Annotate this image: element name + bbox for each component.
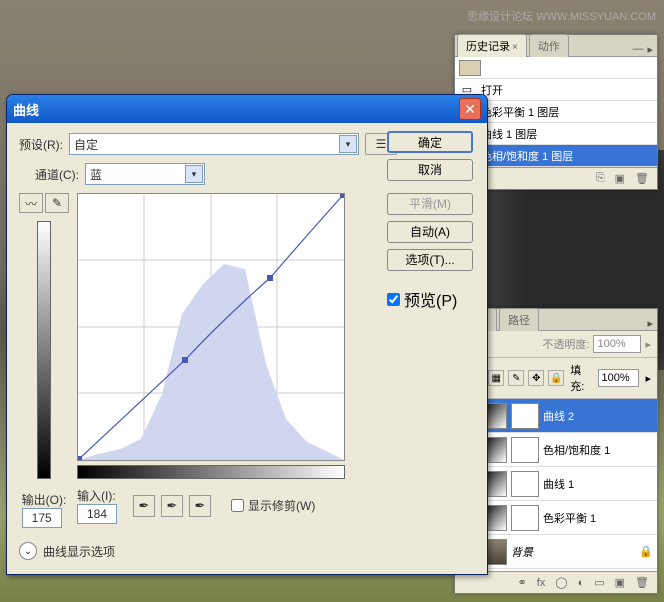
- show-clipping-checkbox[interactable]: 显示修剪(W): [231, 497, 315, 514]
- preset-value: 自定: [74, 136, 98, 153]
- curve-pencil-tool[interactable]: ✎: [45, 193, 69, 213]
- trash-icon[interactable]: 🗑: [635, 172, 649, 185]
- lock-all-icon[interactable]: 🔒: [548, 370, 564, 386]
- input-label: 输入(I):: [77, 487, 117, 504]
- watermark: 思缘设计论坛 WWW.MISSYUAN.COM: [467, 8, 656, 24]
- trash-icon[interactable]: 🗑: [635, 576, 649, 589]
- channel-label: 通道(C):: [35, 166, 79, 183]
- adjustment-icon[interactable]: ◐: [578, 577, 585, 589]
- show-clipping-label: 显示修剪(W): [248, 497, 315, 514]
- new-doc-icon[interactable]: ▣: [615, 172, 625, 185]
- tab-close-icon[interactable]: ×: [512, 42, 518, 53]
- document-thumb: [459, 60, 481, 76]
- preview-check[interactable]: [387, 293, 400, 306]
- layer-name[interactable]: 背景: [511, 544, 635, 560]
- chevron-down-icon[interactable]: ▸: [645, 338, 651, 351]
- expand-icon[interactable]: ⌄: [19, 542, 37, 560]
- fill-label: 填充:: [570, 362, 591, 394]
- preview-checkbox[interactable]: 预览(P): [387, 287, 473, 311]
- expander-label: 曲线显示选项: [43, 543, 115, 560]
- new-snapshot-icon[interactable]: ⎘: [596, 172, 605, 185]
- minimize-icon[interactable]: —: [632, 43, 643, 56]
- menu-icon[interactable]: ▸: [647, 43, 653, 56]
- mask-thumb[interactable]: [511, 403, 539, 429]
- input-input[interactable]: 184: [77, 504, 117, 524]
- mask-thumb[interactable]: [511, 437, 539, 463]
- lock-paint-icon[interactable]: ✎: [508, 370, 524, 386]
- history-thumb-row[interactable]: [455, 57, 657, 79]
- output-input[interactable]: 175: [22, 508, 62, 528]
- curve-point[interactable]: [78, 456, 82, 460]
- histogram: [78, 264, 344, 460]
- channel-combo[interactable]: 蓝 ▾: [85, 163, 205, 185]
- eyedropper-gray-icon[interactable]: ✒: [161, 495, 183, 517]
- output-gradient: [37, 221, 51, 479]
- opacity-input[interactable]: 100%: [593, 335, 641, 353]
- mask-thumb[interactable]: [511, 505, 539, 531]
- chevron-down-icon[interactable]: ▸: [645, 372, 651, 385]
- dialog-title: 曲线: [13, 100, 459, 119]
- preset-label: 预设(R):: [19, 136, 63, 153]
- chevron-down-icon[interactable]: ▾: [339, 135, 357, 153]
- curve-point-tool[interactable]: 〰: [19, 193, 43, 213]
- fill-input[interactable]: 100%: [598, 369, 640, 387]
- close-icon[interactable]: ✕: [459, 98, 481, 120]
- lock-move-icon[interactable]: ✥: [528, 370, 544, 386]
- new-layer-icon[interactable]: ▣: [615, 576, 625, 589]
- output-label: 输出(O):: [22, 491, 67, 508]
- link-icon[interactable]: ⚭: [517, 576, 526, 589]
- lock-trans-icon[interactable]: ▦: [488, 370, 504, 386]
- eyedropper-white-icon[interactable]: ✒: [189, 495, 211, 517]
- curves-dialog: 曲线 ✕ 预设(R): 自定 ▾ ☰ 通道(C): 蓝 ▾ 〰 ✎: [6, 94, 488, 575]
- opacity-label: 不透明度:: [542, 336, 589, 352]
- lock-icon: 🔒: [639, 545, 653, 558]
- tab-actions[interactable]: 动作: [529, 34, 569, 57]
- input-gradient: [77, 465, 345, 479]
- dialog-titlebar[interactable]: 曲线 ✕: [7, 95, 487, 123]
- layer-name[interactable]: 曲线 1: [543, 476, 653, 492]
- cancel-button[interactable]: 取消: [387, 159, 473, 181]
- menu-icon[interactable]: ▸: [647, 317, 653, 330]
- smooth-button[interactable]: 平滑(M): [387, 193, 473, 215]
- tab-history[interactable]: 历史记录×: [457, 34, 527, 57]
- curve-point[interactable]: [340, 194, 344, 198]
- channel-value: 蓝: [90, 166, 102, 183]
- group-icon[interactable]: ▭: [594, 576, 604, 589]
- fx-icon[interactable]: fx: [537, 577, 546, 589]
- eyedropper-black-icon[interactable]: ✒: [133, 495, 155, 517]
- ok-button[interactable]: 确定: [387, 131, 473, 153]
- mask-icon[interactable]: ◯: [555, 576, 567, 589]
- preset-combo[interactable]: 自定 ▾: [69, 133, 359, 155]
- show-clipping-check[interactable]: [231, 499, 244, 512]
- preview-label: 预览(P): [404, 287, 457, 311]
- curve-point[interactable]: [182, 357, 188, 363]
- auto-button[interactable]: 自动(A): [387, 221, 473, 243]
- mask-thumb[interactable]: [511, 471, 539, 497]
- chevron-down-icon[interactable]: ▾: [185, 165, 203, 183]
- tab-paths[interactable]: 路径: [499, 308, 539, 331]
- layer-name[interactable]: 色相/饱和度 1: [543, 442, 653, 458]
- layer-name[interactable]: 曲线 2: [543, 408, 653, 424]
- options-button[interactable]: 选项(T)...: [387, 249, 473, 271]
- curves-graph[interactable]: [77, 193, 345, 461]
- curve-point-selected[interactable]: [267, 275, 273, 281]
- layer-name[interactable]: 色彩平衡 1: [543, 510, 653, 526]
